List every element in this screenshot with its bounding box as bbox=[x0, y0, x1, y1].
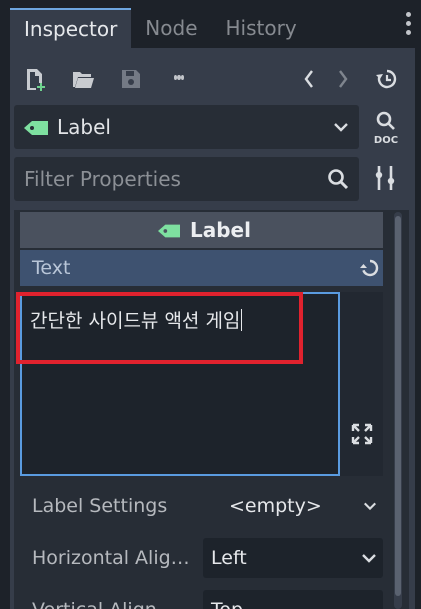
chevron-down-icon bbox=[363, 498, 377, 517]
label-settings-label: Label Settings bbox=[32, 495, 168, 517]
chevron-down-icon bbox=[333, 119, 349, 139]
open-folder-icon[interactable] bbox=[70, 66, 96, 92]
node-selector[interactable]: Label bbox=[14, 105, 359, 149]
highlight-box bbox=[16, 292, 303, 364]
inspector-toolbar bbox=[10, 48, 415, 108]
label-settings-value: <empty> bbox=[229, 495, 322, 517]
text-property-label: Text bbox=[32, 257, 71, 279]
new-resource-icon[interactable] bbox=[22, 66, 48, 92]
save-icon[interactable] bbox=[118, 66, 144, 92]
doc-label: DOC bbox=[374, 135, 398, 146]
property-scrollbar[interactable] bbox=[394, 212, 402, 609]
forward-arrow-icon[interactable] bbox=[330, 66, 356, 92]
label-settings-picker[interactable]: <empty> bbox=[203, 486, 383, 526]
category-header-label[interactable]: Label bbox=[20, 212, 383, 248]
back-arrow-icon[interactable] bbox=[296, 66, 322, 92]
filter-placeholder: Filter Properties bbox=[24, 167, 181, 191]
open-documentation-button[interactable]: DOC bbox=[368, 110, 404, 146]
tab-history[interactable]: History bbox=[212, 8, 311, 48]
scrollbar-thumb[interactable] bbox=[395, 216, 401, 596]
history-icon[interactable] bbox=[374, 66, 400, 92]
label-settings-row: Label Settings <empty> bbox=[20, 484, 383, 528]
tab-list: Inspector Node History bbox=[10, 8, 311, 48]
search-icon bbox=[327, 168, 349, 194]
horizontal-alignment-row: Horizontal Alig… Left bbox=[20, 536, 383, 580]
tab-inspector[interactable]: Inspector bbox=[10, 8, 132, 48]
property-list[interactable]: Label Text 간단한 사이드뷰 액션 게임 Label Settings… bbox=[14, 210, 409, 609]
vertical-alignment-value: Top bbox=[211, 590, 243, 609]
dock-menu-icon[interactable] bbox=[403, 12, 413, 42]
horizontal-alignment-label: Horizontal Alig… bbox=[32, 547, 190, 569]
vertical-alignment-row: Vertical Align… Top bbox=[20, 588, 383, 609]
horizontal-alignment-select[interactable]: Left bbox=[203, 538, 383, 578]
more-options-icon[interactable] bbox=[174, 66, 184, 92]
horizontal-alignment-value: Left bbox=[211, 547, 247, 569]
text-property-header[interactable]: Text bbox=[20, 250, 383, 286]
vertical-alignment-label: Vertical Align… bbox=[32, 588, 176, 609]
filter-properties-input[interactable]: Filter Properties bbox=[14, 157, 359, 201]
chevron-down-icon bbox=[361, 550, 377, 570]
expand-editor-icon[interactable] bbox=[350, 422, 374, 450]
category-title: Label bbox=[190, 218, 251, 242]
label-tag-icon bbox=[24, 120, 48, 139]
revert-icon[interactable] bbox=[359, 258, 381, 282]
node-selector-value: Label bbox=[57, 115, 111, 139]
vertical-alignment-select[interactable]: Top bbox=[203, 590, 383, 609]
label-tag-icon bbox=[158, 223, 180, 242]
property-options-icon[interactable] bbox=[372, 164, 398, 196]
tab-node[interactable]: Node bbox=[131, 8, 211, 48]
inspector-panel: Label DOC Filter Properties Label Text 간… bbox=[10, 48, 415, 609]
